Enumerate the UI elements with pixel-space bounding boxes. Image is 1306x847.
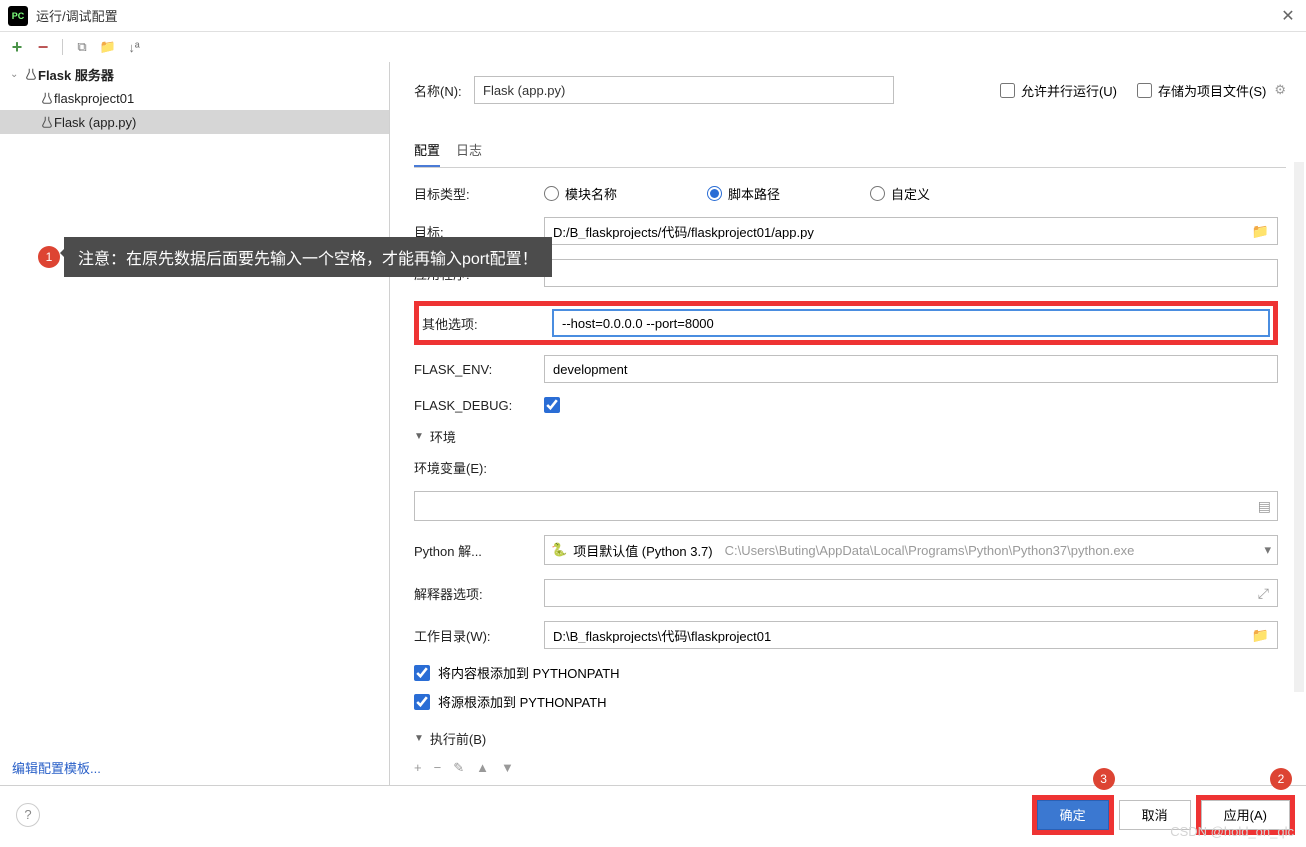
tree-item-label: Flask (app.py) xyxy=(54,115,136,130)
interp-path: C:\Users\Buting\AppData\Local\Programs\P… xyxy=(725,543,1135,558)
env-vars-label: 环境变量(E): xyxy=(414,458,544,477)
edit-icon[interactable]: ✎ xyxy=(453,760,464,776)
tabs: 配置 日志 xyxy=(414,134,1286,168)
separator xyxy=(62,39,63,55)
scrollbar[interactable] xyxy=(1294,162,1304,692)
other-options-input[interactable] xyxy=(552,309,1270,337)
before-launch-toolbar: + − ✎ ▲ ▼ xyxy=(414,760,1278,776)
toolbar: + − ⧉ 📁 ↓ª xyxy=(0,32,1306,62)
interp-opts-input[interactable]: ⤢ xyxy=(544,579,1278,607)
ok-button[interactable]: 确定 xyxy=(1037,800,1109,830)
name-label: 名称(N): xyxy=(414,81,474,100)
store-project-checkbox[interactable]: 存储为项目文件(S) xyxy=(1137,81,1266,100)
env-section-header[interactable]: ▼环境 xyxy=(414,427,1278,446)
flask-icon xyxy=(40,91,54,105)
python-icon: 🐍 xyxy=(551,542,567,558)
target-input[interactable]: 📁 xyxy=(544,217,1278,245)
radio-script[interactable]: 脚本路径 xyxy=(707,184,780,203)
flask-env-label: FLASK_ENV: xyxy=(414,362,544,377)
up-icon[interactable]: ▲ xyxy=(476,760,489,776)
close-icon[interactable]: ✕ xyxy=(1278,6,1298,26)
interp-opts-label: 解释器选项: xyxy=(414,584,544,603)
browse-icon[interactable]: 📁 xyxy=(1252,627,1269,644)
other-options-label: 其他选项: xyxy=(422,314,552,333)
watermark: CSDN @hold_on_qlc xyxy=(1170,824,1294,839)
before-launch-header[interactable]: ▼执行前(B) xyxy=(414,729,1278,748)
chevron-down-icon[interactable]: ▾ xyxy=(1264,542,1271,558)
highlight-other-options: 其他选项: xyxy=(414,301,1278,345)
sidebar: ⌄ Flask 服务器 flaskproject01 Flask (app.py… xyxy=(0,62,390,785)
python-interp-label: Python 解... xyxy=(414,541,544,560)
copy-icon[interactable]: ⧉ xyxy=(73,38,91,56)
badge-3: 3 xyxy=(1093,768,1115,790)
env-vars-input[interactable]: ▤ xyxy=(414,491,1278,521)
expand-icon[interactable]: ⤢ xyxy=(1258,585,1269,602)
content-root-checkbox[interactable]: 将内容根添加到 PYTHONPATH xyxy=(414,663,1278,682)
tab-logs[interactable]: 日志 xyxy=(456,134,482,167)
tab-config[interactable]: 配置 xyxy=(414,134,440,167)
titlebar: PC 运行/调试配置 ✕ xyxy=(0,0,1306,32)
remove-config-button[interactable]: − xyxy=(34,38,52,56)
source-root-checkbox[interactable]: 将源根添加到 PYTHONPATH xyxy=(414,692,1278,711)
flask-debug-label: FLASK_DEBUG: xyxy=(414,398,544,413)
footer: ? 3 确定 取消 2 应用(A) xyxy=(0,785,1306,843)
browse-icon[interactable]: 📁 xyxy=(1252,223,1269,240)
target-type-label: 目标类型: xyxy=(414,184,544,203)
add-config-button[interactable]: + xyxy=(8,38,26,56)
allow-parallel-label: 允许并行运行(U) xyxy=(1021,81,1117,100)
chevron-down-icon: ▼ xyxy=(414,431,424,442)
flask-icon xyxy=(24,67,38,81)
workdir-label: 工作目录(W): xyxy=(414,626,544,645)
content-panel: 名称(N): 允许并行运行(U) 存储为项目文件(S) ⚙ 配置 日志 目标类型… xyxy=(390,62,1306,785)
interp-name: 项目默认值 (Python 3.7) xyxy=(573,541,712,560)
down-icon[interactable]: ▼ xyxy=(501,760,514,776)
tree-item-label: flaskproject01 xyxy=(54,91,134,106)
chevron-down-icon[interactable]: ⌄ xyxy=(10,69,24,80)
list-icon[interactable]: ▤ xyxy=(1258,498,1271,515)
tree-root-label: Flask 服务器 xyxy=(38,65,114,84)
remove-icon[interactable]: − xyxy=(434,760,442,776)
store-project-label: 存储为项目文件(S) xyxy=(1158,81,1266,100)
chevron-down-icon: ▼ xyxy=(414,733,424,744)
flask-icon xyxy=(40,115,54,129)
tree-item-0[interactable]: flaskproject01 xyxy=(0,86,389,110)
tree-item-1[interactable]: Flask (app.py) xyxy=(0,110,389,134)
workdir-input[interactable]: 📁 xyxy=(544,621,1278,649)
radio-module[interactable]: 模块名称 xyxy=(544,184,617,203)
name-input[interactable] xyxy=(474,76,894,104)
edit-template-link[interactable]: 编辑配置模板... xyxy=(12,758,101,777)
tree-root-flask[interactable]: ⌄ Flask 服务器 xyxy=(0,62,389,86)
sort-icon[interactable]: ↓ª xyxy=(125,38,143,56)
radio-custom[interactable]: 自定义 xyxy=(870,184,930,203)
help-button[interactable]: ? xyxy=(16,803,40,827)
folder-icon[interactable]: 📁 xyxy=(99,38,117,56)
python-interp-select[interactable]: 🐍 项目默认值 (Python 3.7) C:\Users\Buting\App… xyxy=(544,535,1278,565)
window-title: 运行/调试配置 xyxy=(36,6,1278,25)
flask-env-input[interactable] xyxy=(544,355,1278,383)
add-icon[interactable]: + xyxy=(414,760,422,776)
app-icon: PC xyxy=(8,6,28,26)
callout-tip: 1 注意：在原先数据后面要先输入一个空格，才能再输入port配置！ xyxy=(38,237,552,277)
callout-text: 注意：在原先数据后面要先输入一个空格，才能再输入port配置！ xyxy=(64,237,552,277)
allow-parallel-checkbox[interactable]: 允许并行运行(U) xyxy=(1000,81,1117,100)
flask-debug-checkbox[interactable] xyxy=(544,397,560,413)
badge-2: 2 xyxy=(1270,768,1292,790)
app-input[interactable] xyxy=(544,259,1278,287)
gear-icon[interactable]: ⚙ xyxy=(1274,82,1286,98)
